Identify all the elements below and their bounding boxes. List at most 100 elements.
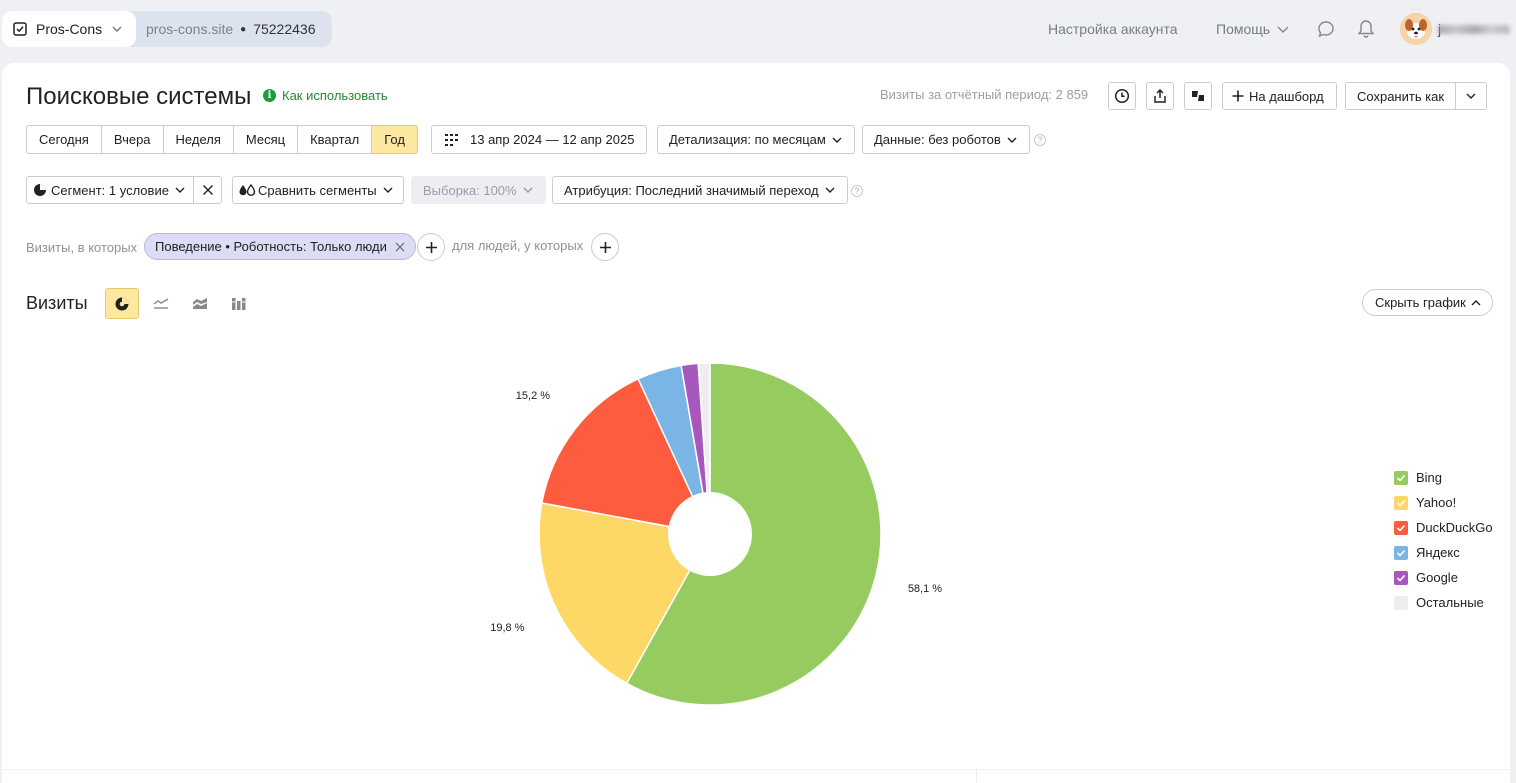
pie-segment-icon: [34, 184, 46, 196]
chart-type-line[interactable]: [144, 288, 178, 319]
sign-icon: [1192, 91, 1204, 101]
chart-type-area[interactable]: [183, 288, 217, 319]
close-icon[interactable]: [395, 242, 405, 252]
compare-button[interactable]: [1184, 82, 1212, 110]
legend-item[interactable]: Яндекс: [1394, 540, 1493, 565]
legend-label: Bing: [1416, 470, 1443, 485]
period-selector: Сегодня Вчера Неделя Месяц Квартал Год: [26, 125, 418, 154]
people-filter-label: для людей, у которых: [452, 238, 584, 253]
legend-item[interactable]: Остальные: [1394, 590, 1493, 615]
calendar-icon: [445, 133, 458, 146]
site-info[interactable]: pros-cons.site ● 75222436: [146, 11, 316, 47]
chevron-down-icon: [1277, 26, 1289, 33]
chevron-down-icon: [383, 187, 393, 193]
legend-checkbox-icon[interactable]: [1394, 495, 1408, 510]
filter-chip[interactable]: Поведение • Роботность: Только люди: [144, 233, 416, 260]
help-question-icon[interactable]: ?: [1034, 134, 1046, 146]
chat-icon[interactable]: [1317, 20, 1335, 38]
save-as-label: Сохранить как: [1357, 88, 1445, 104]
legend-item[interactable]: Bing: [1394, 465, 1493, 490]
period-button[interactable]: Вчера: [101, 125, 164, 154]
legend-checkbox-icon[interactable]: [1394, 520, 1408, 535]
plus-icon: [1232, 90, 1244, 102]
segment-dropdown[interactable]: Сегмент: 1 условие: [26, 176, 195, 204]
date-range-picker[interactable]: 13 апр 2024 — 12 апр 2025: [431, 125, 648, 154]
divider: [2, 769, 1510, 770]
drops-icon: [239, 183, 256, 197]
legend-checkbox-icon[interactable]: [1394, 595, 1408, 610]
data-filter-dropdown[interactable]: Данные: без роботов: [862, 125, 1030, 154]
period-button[interactable]: Неделя: [163, 125, 234, 154]
pie-chart: [538, 362, 882, 706]
how-to-use-label: Как использовать: [282, 88, 388, 103]
history-button[interactable]: [1108, 82, 1136, 110]
legend-label: Yahoo!: [1416, 495, 1457, 510]
add-visit-filter-button[interactable]: [417, 233, 445, 261]
legend-label: DuckDuckGo: [1416, 520, 1493, 535]
pie-value-label: 58,1 %: [907, 583, 943, 596]
export-button[interactable]: [1146, 82, 1174, 110]
counter-id: 75222436: [253, 21, 316, 37]
detail-label: Детализация: по месяцам: [669, 132, 826, 147]
save-as-button[interactable]: Сохранить как: [1345, 82, 1457, 110]
clock-icon: [1114, 88, 1130, 104]
pie-value-label: 19,8 %: [490, 621, 525, 634]
detail-dropdown[interactable]: Детализация: по месяцам: [657, 125, 855, 154]
chevron-down-icon: [175, 187, 185, 193]
chart-legend: Bing Yahoo! DuckDuckGo Яндекс Google Остальны…: [1394, 465, 1493, 615]
separator-dot: ●: [240, 23, 247, 35]
segment-label: Сегмент: 1 условие: [51, 182, 169, 198]
site-domain: pros-cons.site: [146, 21, 234, 37]
help-question-icon[interactable]: ?: [851, 185, 863, 197]
legend-checkbox-icon[interactable]: [1394, 545, 1408, 560]
visits-filter-label: Визиты, в которых: [26, 239, 138, 255]
chart-title: Визиты: [26, 293, 88, 313]
add-people-filter-button[interactable]: [591, 233, 619, 261]
legend-checkbox-icon[interactable]: [1394, 570, 1408, 585]
period-button[interactable]: Квартал: [298, 125, 373, 154]
close-icon: [202, 185, 213, 195]
legend-item[interactable]: Google: [1394, 565, 1493, 590]
period-button[interactable]: Год: [372, 125, 418, 154]
report-card: Поисковые системы i Как использовать Виз…: [2, 63, 1510, 783]
page-title: Поисковые системы: [26, 83, 252, 110]
sample-label: Выборка: 100%: [423, 182, 517, 198]
clear-segment-button[interactable]: [193, 176, 222, 204]
bar-chart-icon: [232, 297, 246, 310]
app-switcher[interactable]: Pros-Cons: [2, 11, 136, 47]
username-blur: [1438, 25, 1510, 34]
period-button[interactable]: Сегодня: [26, 125, 102, 154]
filter-chip-label: Поведение • Роботность: Только люди: [155, 239, 387, 254]
compare-segments-dropdown[interactable]: Сравнить сегменты: [232, 176, 404, 204]
how-to-use-link[interactable]: i Как использовать: [263, 88, 388, 103]
sample-dropdown[interactable]: Выборка: 100%: [411, 176, 546, 204]
save-as-dropdown[interactable]: [1455, 82, 1487, 110]
legend-label: Яндекс: [1416, 545, 1460, 560]
checkbox-icon: [13, 22, 27, 36]
plus-icon: [425, 241, 437, 253]
attribution-dropdown[interactable]: Атрибуция: Последний значимый переход: [552, 176, 848, 204]
help-menu[interactable]: Помощь: [1216, 21, 1290, 37]
period-button[interactable]: Месяц: [233, 125, 299, 154]
plus-icon: [599, 241, 611, 253]
chart-type-pie[interactable]: [105, 288, 139, 319]
chevron-down-icon: [825, 187, 835, 193]
chevron-down-icon: [832, 137, 842, 143]
chart-type-bar[interactable]: [222, 288, 256, 319]
account-settings-link[interactable]: Настройка аккаунта: [1048, 21, 1178, 37]
date-range-label: 13 апр 2024 — 12 апр 2025: [470, 132, 635, 147]
info-icon: i: [263, 89, 276, 102]
chevron-down-icon: [523, 187, 533, 193]
add-to-dashboard-button[interactable]: На дашборд: [1222, 82, 1337, 110]
legend-checkbox-icon[interactable]: [1394, 470, 1408, 485]
hide-chart-button[interactable]: Скрыть график: [1362, 289, 1493, 316]
top-bar: Pros-Cons pros-cons.site ● 75222436 Наст…: [0, 0, 1516, 60]
legend-item[interactable]: DuckDuckGo: [1394, 515, 1493, 540]
chevron-down-icon: [1466, 93, 1476, 99]
pie-value-label: 15,2 %: [515, 390, 551, 403]
avatar[interactable]: [1400, 13, 1432, 45]
legend-item[interactable]: Yahoo!: [1394, 490, 1493, 515]
bell-icon[interactable]: [1357, 19, 1375, 39]
area-chart-icon: [193, 297, 207, 309]
chevron-up-icon: [1471, 299, 1481, 305]
